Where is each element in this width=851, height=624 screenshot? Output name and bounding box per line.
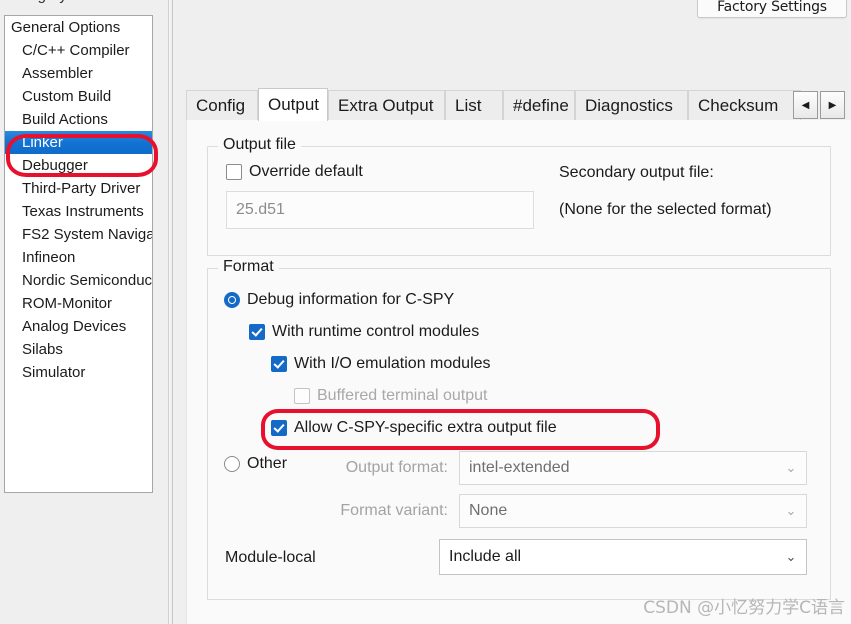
tab-list[interactable]: List <box>445 90 503 121</box>
category-item-custom-build[interactable]: Custom Build <box>5 85 152 108</box>
tab-scroll-left-button[interactable]: ◀ <box>793 91 818 119</box>
category-item-simulator[interactable]: Simulator <box>5 361 152 384</box>
category-item-c-c-compiler[interactable]: C/C++ Compiler <box>5 39 152 62</box>
format-group: Format Debug information for C-SPY With … <box>207 258 831 600</box>
debug-info-radio-row[interactable]: Debug information for C-SPY <box>224 291 454 309</box>
format-group-title: Format <box>218 258 279 276</box>
category-list[interactable]: General Options C/C++ Compiler Assembler Cu… <box>4 15 153 493</box>
chevron-down-icon: ⌄ <box>785 503 797 518</box>
category-item-nordic-semiconductor[interactable]: Nordic Semiconductor <box>5 269 152 292</box>
tab-scroll-right-button[interactable]: ▶ <box>820 91 845 119</box>
format-variant-label: Format variant: <box>340 502 448 519</box>
output-filename-input[interactable]: 25.d51 <box>226 191 534 229</box>
output-format-label: Output format: <box>345 459 448 476</box>
module-local-value: Include all <box>449 548 522 565</box>
tab-diagnostics[interactable]: Diagnostics <box>575 90 688 121</box>
format-variant-select[interactable]: None ⌄ <box>459 494 807 528</box>
debug-info-label: Debug information for C-SPY <box>247 291 455 308</box>
override-default-checkbox[interactable] <box>226 164 242 180</box>
allow-cspy-extra-output-label: Allow C-SPY-specific extra output file <box>294 419 557 436</box>
category-item-third-party-driver[interactable]: Third-Party Driver <box>5 177 152 200</box>
tab-output[interactable]: Output <box>258 88 328 121</box>
category-item-fs2-system-navigator[interactable]: FS2 System Navigator <box>5 223 152 246</box>
factory-settings-button[interactable]: Factory Settings <box>697 0 847 18</box>
allow-cspy-extra-output-row[interactable]: Allow C-SPY-specific extra output file <box>271 419 557 437</box>
io-emulation-row[interactable]: With I/O emulation modules <box>271 355 491 373</box>
output-tab-panel: Output file Override default 25.d51 Seco… <box>186 120 851 624</box>
output-format-value: intel-extended <box>469 459 570 476</box>
override-default-label: Override default <box>249 163 363 180</box>
output-format-select[interactable]: intel-extended ⌄ <box>459 451 807 485</box>
category-item-build-actions[interactable]: Build Actions <box>5 108 152 131</box>
runtime-control-row[interactable]: With runtime control modules <box>249 323 479 341</box>
runtime-control-label: With runtime control modules <box>272 323 480 340</box>
options-dialog: Category: Factory Settings General Optio… <box>0 0 851 624</box>
buffered-terminal-checkbox <box>294 388 310 404</box>
module-local-label: Module-local <box>225 549 316 566</box>
category-item-infineon[interactable]: Infineon <box>5 246 152 269</box>
buffered-terminal-label: Buffered terminal output <box>317 387 488 404</box>
output-filename-value: 25.d51 <box>236 201 285 218</box>
category-item-linker[interactable]: Linker <box>5 131 152 154</box>
category-item-texas-instruments[interactable]: Texas Instruments <box>5 200 152 223</box>
category-label: Category: <box>6 0 71 4</box>
watermark: CSDN @小忆努力学C语言 <box>643 598 845 618</box>
io-emulation-label: With I/O emulation modules <box>294 355 491 372</box>
category-item-rom-monitor[interactable]: ROM-Monitor <box>5 292 152 315</box>
secondary-output-file-label: Secondary output file: <box>559 164 714 181</box>
output-file-group-title: Output file <box>218 136 301 154</box>
category-item-debugger[interactable]: Debugger <box>5 154 152 177</box>
chevron-down-icon: ⌄ <box>785 549 797 564</box>
tab-config[interactable]: Config <box>186 90 258 121</box>
other-format-radio[interactable] <box>224 456 240 472</box>
tab-define[interactable]: #define <box>503 90 575 121</box>
category-item-assembler[interactable]: Assembler <box>5 62 152 85</box>
category-item-analog-devices[interactable]: Analog Devices <box>5 315 152 338</box>
io-emulation-checkbox[interactable] <box>271 356 287 372</box>
panel-divider <box>168 0 170 624</box>
format-variant-value: None <box>469 502 508 519</box>
category-item-silabs[interactable]: Silabs <box>5 338 152 361</box>
tab-extra-output[interactable]: Extra Output <box>328 90 445 121</box>
secondary-output-file-value: (None for the selected format) <box>559 201 772 218</box>
allow-cspy-extra-output-checkbox[interactable] <box>271 420 287 436</box>
module-local-select[interactable]: Include all ⌄ <box>439 539 807 575</box>
override-default-row[interactable]: Override default <box>226 163 363 181</box>
tab-checksum[interactable]: Checksum <box>688 90 801 121</box>
buffered-terminal-row: Buffered terminal output <box>294 387 487 405</box>
category-item-general-options[interactable]: General Options <box>5 16 152 39</box>
runtime-control-checkbox[interactable] <box>249 324 265 340</box>
tab-strip: Config Output Extra Output List #define Diagn… <box>186 88 851 121</box>
chevron-down-icon: ⌄ <box>785 460 797 475</box>
output-file-group: Output file Override default 25.d51 Seco… <box>207 136 831 256</box>
debug-info-radio[interactable] <box>224 292 240 308</box>
panel-divider-inner <box>172 0 173 624</box>
